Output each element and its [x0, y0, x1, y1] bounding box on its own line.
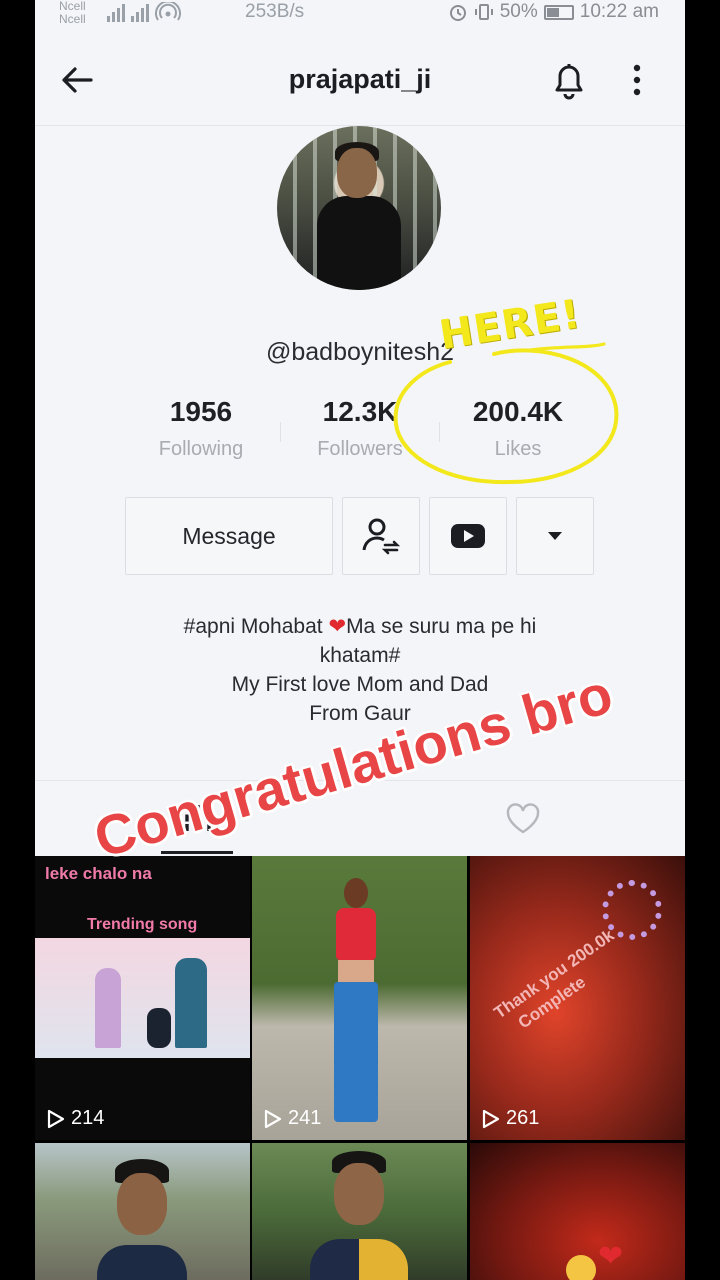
- message-button[interactable]: Message: [125, 497, 333, 575]
- highlight-circle: [393, 342, 619, 485]
- clock: 10:22 am: [579, 1, 659, 22]
- heart-outline-icon: [506, 803, 539, 834]
- carrier-2: Ncell: [59, 12, 86, 26]
- video-thumbnail: [97, 1159, 187, 1280]
- video-tile[interactable]: leke chalo na Trending song 214: [35, 856, 250, 1140]
- video-thumbnail: [310, 1151, 408, 1280]
- video-tile[interactable]: [252, 1143, 467, 1280]
- tab-liked[interactable]: [360, 781, 685, 857]
- bell-icon[interactable]: [549, 58, 589, 102]
- video-grid: leke chalo na Trending song 214 241 Than…: [35, 856, 685, 1280]
- active-tab-indicator: [161, 851, 233, 854]
- more-vertical-icon[interactable]: [625, 60, 649, 100]
- video-tile[interactable]: ❤: [470, 1143, 685, 1280]
- view-count: 214: [47, 1107, 104, 1130]
- view-count-value: 214: [71, 1107, 105, 1129]
- bio-text: #apni Mohabat: [183, 615, 329, 638]
- network-speed: 253B/s: [245, 1, 305, 22]
- follow-swap-button[interactable]: [342, 497, 420, 575]
- video-caption: Thank you 200.0k Complete: [490, 925, 631, 1042]
- video-tile[interactable]: 241: [252, 856, 467, 1140]
- dropdown-button[interactable]: [516, 497, 594, 575]
- profile-screen: Ncell Ncell 253B/s 50% 10:22 am prajapat…: [35, 0, 685, 1280]
- stat-label: Following: [158, 438, 244, 460]
- stat-value: 1956: [169, 396, 233, 427]
- play-icon: [47, 1109, 65, 1128]
- status-right: 50% 10:22 am: [448, 1, 659, 23]
- avatar[interactable]: [277, 126, 441, 290]
- signal-4g-icon: [131, 4, 149, 22]
- stat-following[interactable]: 1956 Following: [121, 396, 281, 461]
- video-tile[interactable]: [35, 1143, 250, 1280]
- emoji-icon: [566, 1255, 596, 1280]
- top-nav: prajapati_ji: [35, 30, 685, 126]
- view-count-value: 261: [506, 1107, 540, 1129]
- video-caption-sub: Trending song: [87, 916, 198, 933]
- broken-heart-icon: ❤: [598, 1240, 624, 1273]
- youtube-icon: [451, 524, 485, 548]
- video-thumbnail: [35, 938, 250, 1058]
- battery-percent: 50%: [499, 1, 538, 22]
- caret-down-icon: [548, 532, 562, 540]
- user-swap-icon: [362, 518, 401, 555]
- battery-icon: [543, 4, 574, 20]
- play-icon: [482, 1109, 500, 1128]
- bio-line: #apni Mohabat ❤Ma se suru ma pe hi: [35, 612, 685, 641]
- play-icon: [264, 1109, 282, 1128]
- hotspot-icon: [155, 2, 181, 21]
- view-count: 261: [482, 1107, 539, 1130]
- youtube-button[interactable]: [429, 497, 507, 575]
- signal-icons: [107, 2, 181, 22]
- status-bar: Ncell Ncell 253B/s 50% 10:22 am: [35, 0, 685, 26]
- video-caption: leke chalo na: [45, 864, 152, 883]
- heart-emoji-icon: ❤: [328, 615, 347, 638]
- video-tile[interactable]: Thank you 200.0k Complete 261: [470, 856, 685, 1140]
- signal-icon: [107, 4, 125, 22]
- view-count-value: 241: [288, 1107, 322, 1129]
- vibrate-icon: [474, 4, 493, 20]
- bio-text: Ma se suru ma pe hi: [346, 615, 537, 638]
- profile-actions: Message: [35, 497, 685, 575]
- view-count: 241: [264, 1107, 321, 1130]
- carrier-labels: Ncell Ncell: [59, 0, 86, 26]
- video-thumbnail: [330, 878, 382, 1128]
- alarm-icon: [449, 5, 466, 21]
